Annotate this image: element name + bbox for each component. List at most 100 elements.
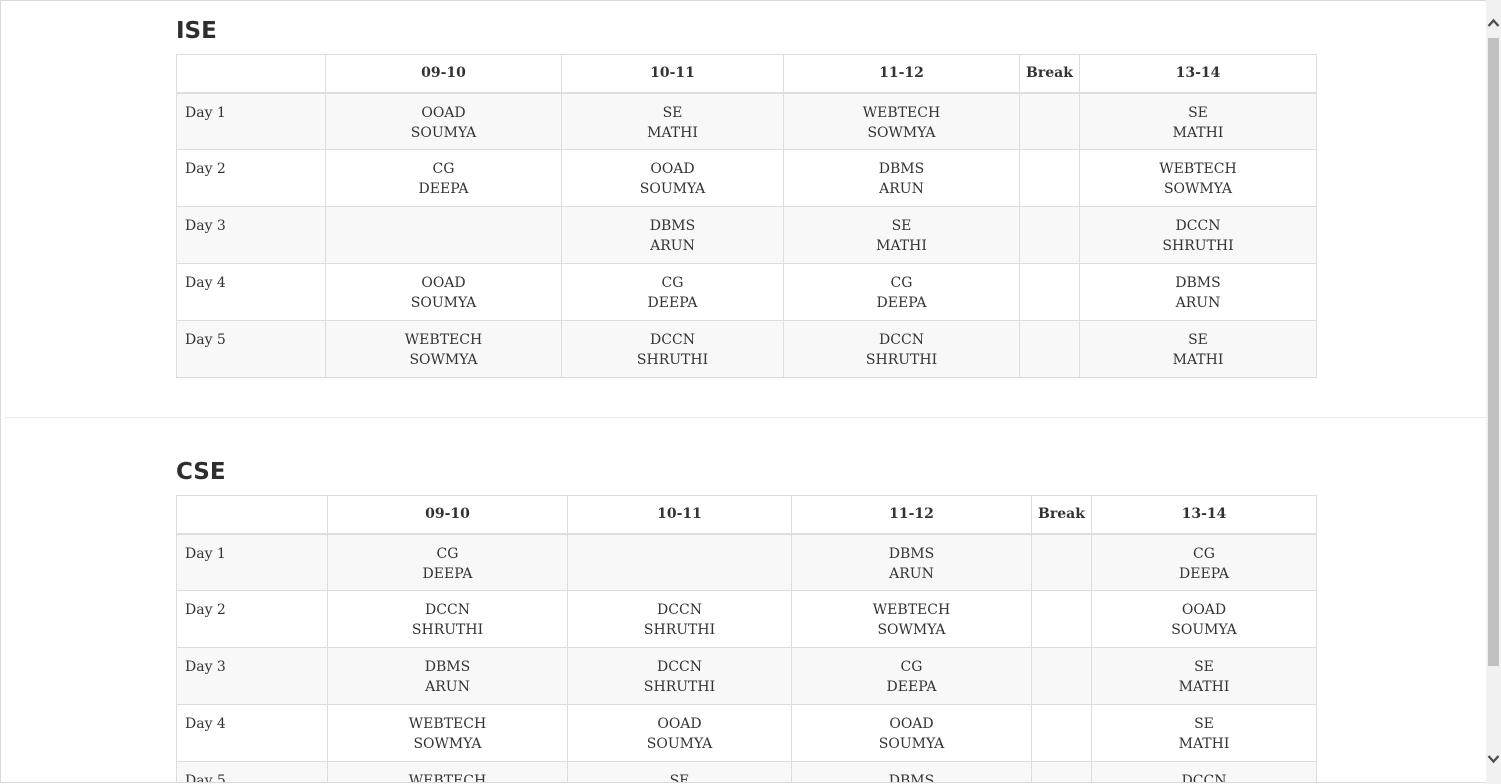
class-cell — [567, 533, 792, 591]
class-cell: WEBTECHSOWMYA — [327, 704, 568, 762]
class-cell: OOAD SOUMYA — [791, 704, 1032, 762]
timetable-table: 09-10 10-11 11-12 Break 13-14 Day 1 OOAD S… — [176, 54, 1317, 378]
class-cell: SEMATHI — [567, 761, 792, 783]
day-label: Day 2 — [176, 149, 326, 207]
class-cell: DBMSARUN — [791, 761, 1032, 782]
break-cell — [1031, 704, 1092, 762]
subject-name: OOAD — [650, 161, 695, 177]
teacher-name: ARUN — [1175, 295, 1221, 311]
table-row: Day 5WEBTECHSOWMYASEMATHIDBMSARUN DCCNSHR… — [176, 761, 1317, 783]
header-cell-slot: 11-12 — [791, 495, 1032, 535]
subject-name: DCCN — [650, 332, 695, 348]
teacher-name: DEEPA — [418, 181, 469, 197]
teacher-name: DEEPA — [886, 679, 937, 695]
subject-name: SE — [891, 218, 912, 234]
subject-name: WEBTECH — [408, 773, 487, 783]
subject-name: SE — [1194, 716, 1214, 732]
table-row: Day 5 WEBTECH SOWMYA DCCN SHRUTHI DCCN SHRUTHI… — [176, 320, 1317, 378]
scrollbar-thumb[interactable] — [1488, 38, 1499, 666]
teacher-name: SHRUTHI — [1162, 238, 1234, 254]
class-cell: OOAD SOUMYA — [1091, 590, 1317, 648]
day-label: Day 1 — [176, 92, 326, 150]
section-divider — [4, 417, 1486, 418]
teacher-name: SOUMYA — [639, 181, 706, 197]
subject-name: SE — [662, 104, 683, 121]
subject-name: WEBTECH — [1159, 161, 1237, 177]
subject-name: DBMS — [1175, 275, 1221, 291]
subject-name: CG — [436, 545, 459, 562]
class-cell: WEBTECHSOWMYA — [327, 761, 568, 783]
teacher-name: ARUN — [425, 679, 470, 695]
class-cell: SE MATHI — [783, 206, 1020, 264]
class-cell: CG DEEPA — [1091, 533, 1317, 591]
vertical-scrollbar[interactable] — [1486, 0, 1501, 784]
header-cell-slot: 09-10 — [325, 54, 562, 94]
class-cell: DBMS ARUN — [561, 206, 784, 264]
header-cell-corner — [176, 54, 326, 94]
teacher-name: MATHI — [1172, 352, 1224, 368]
header-cell-slot: 13-14 — [1079, 54, 1317, 94]
subject-name: SE — [669, 773, 690, 783]
subject-name: WEBTECH — [862, 104, 941, 121]
class-cell: DCCN SHRUTHI — [327, 590, 568, 648]
break-cell — [1019, 320, 1080, 378]
teacher-name: SOUMYA — [878, 736, 945, 752]
section-title: ISE — [176, 18, 217, 44]
class-cell: DBMS ARUN — [1079, 263, 1317, 321]
table-row: Day 2 DCCN SHRUTHI DCCN SHRUTHI WEBTECH SOWMYA… — [176, 590, 1317, 648]
day-label: Day 4 — [176, 263, 326, 321]
class-cell: OOAD SOUMYA — [567, 704, 792, 762]
break-cell — [1031, 533, 1092, 591]
chevron-up-icon[interactable] — [1486, 14, 1501, 31]
class-cell: WEBTECHSOWMYA — [1079, 149, 1317, 207]
class-cell: OOAD SOUMYA — [561, 149, 784, 207]
teacher-name: SOUMYA — [410, 295, 477, 311]
table-row: Day 2 CG DEEPA OOAD SOUMYA DBMS ARUN WEBTECH SOW… — [176, 149, 1317, 207]
subject-name: WEBTECH — [872, 602, 951, 618]
teacher-name: SOWMYA — [413, 736, 482, 752]
class-cell: SEMATHI — [1079, 320, 1317, 378]
teacher-name: SOWMYA — [409, 352, 478, 368]
header-cell-break: Break — [1031, 495, 1092, 535]
page-viewport: ISE 09-10 10-11 11-12 Break 13-14 Day 1 O… — [0, 0, 1486, 783]
subject-name: CG — [900, 659, 923, 675]
day-label: Day 3 — [176, 206, 326, 264]
teacher-name: ARUN — [650, 238, 695, 254]
header-cell-slot: 10-11 — [561, 54, 784, 94]
teacher-name: DEEPA — [647, 295, 698, 311]
teacher-name: ARUN — [889, 565, 934, 582]
teacher-name: MATHI — [1178, 736, 1230, 752]
class-cell — [325, 206, 562, 264]
teacher-name: SOUMYA — [646, 736, 713, 752]
teacher-name: SHRUTHI — [865, 352, 938, 368]
day-label: Day 3 — [176, 647, 328, 705]
class-cell: CG DEEPA — [791, 647, 1032, 705]
subject-name: OOAD — [421, 275, 466, 291]
header-cell-corner — [176, 495, 328, 535]
subject-name: DCCN — [657, 659, 702, 675]
subject-name: DBMS — [649, 218, 696, 234]
class-cell: WEBTECHSOWMYA — [783, 92, 1020, 150]
subject-name: DBMS — [878, 161, 925, 177]
class-cell: DCCN SHRUTHI — [567, 590, 792, 648]
break-cell — [1019, 263, 1080, 321]
teacher-name: MATHI — [1172, 124, 1224, 141]
class-cell: DBMS ARUN — [791, 533, 1032, 591]
class-cell: DBMSARUN — [783, 149, 1020, 207]
subject-name: DCCN — [1175, 218, 1221, 234]
header-cell-slot: 10-11 — [567, 495, 792, 535]
subject-name: CG — [432, 161, 455, 177]
subject-name: OOAD — [889, 716, 934, 732]
table-row: Day 3 DBMS ARUN SE MATHI DCCN SHRUTHI — [176, 206, 1317, 264]
table-body: Day 1 OOAD SOUMYA SE MATHI WEBTECH SOWMYA SE MAT… — [176, 92, 1317, 378]
teacher-name: SHRUTHI — [643, 622, 716, 638]
class-cell: SEMATHI — [1079, 92, 1317, 150]
teacher-name: DEEPA — [422, 565, 473, 582]
subject-name: DBMS — [888, 545, 935, 562]
class-cell: OOAD SOUMYA — [325, 263, 562, 321]
class-cell: WEBTECHSOWMYA — [791, 590, 1032, 648]
subject-name: CG — [890, 275, 913, 291]
chevron-down-icon[interactable] — [1486, 750, 1501, 767]
teacher-name: DEEPA — [1179, 565, 1229, 582]
teacher-name: MATHI — [876, 238, 927, 254]
